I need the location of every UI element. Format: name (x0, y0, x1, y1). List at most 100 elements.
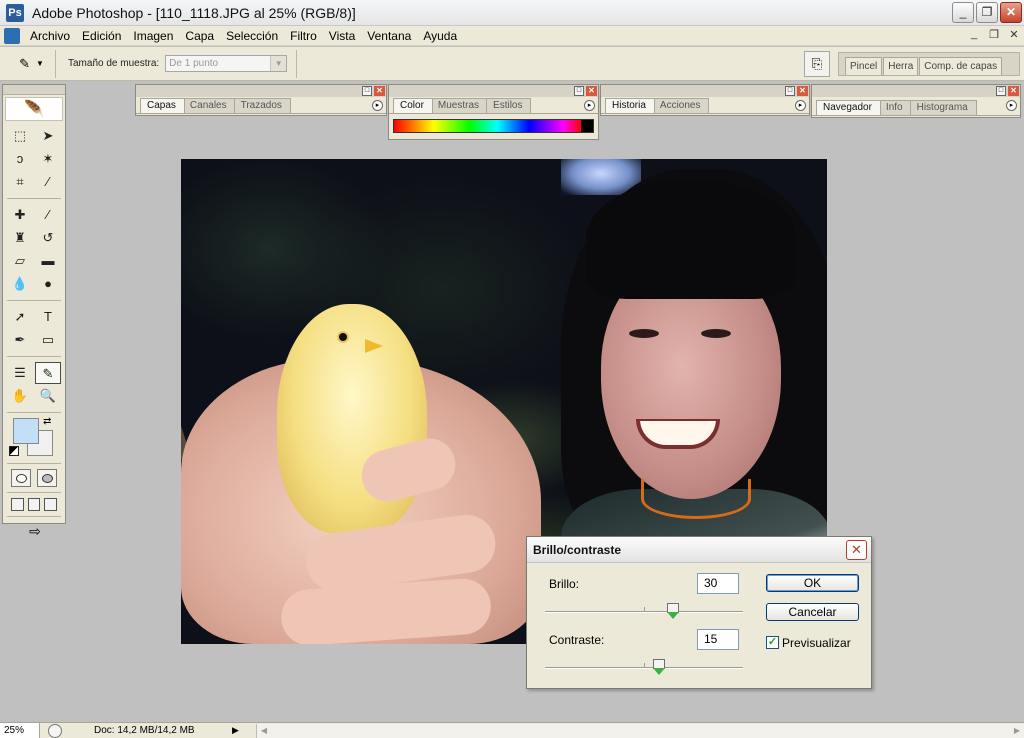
minimize-icon[interactable]: □ (996, 86, 1006, 96)
standard-screen-mode-button[interactable] (11, 498, 24, 511)
sample-size-select[interactable]: De 1 punto ▼ (165, 55, 288, 72)
scroll-right-icon[interactable]: ▶ (1010, 724, 1024, 738)
document-menu-icon[interactable] (4, 27, 20, 44)
tab-capas[interactable]: Capas (140, 98, 185, 113)
marquee-tool-icon[interactable]: ⬚ (7, 125, 33, 147)
move-tool-icon[interactable]: ➤ (35, 125, 61, 147)
pen-tool-icon[interactable]: ✒ (7, 329, 33, 351)
brush-tool-icon[interactable]: ∕ (35, 204, 61, 226)
menu-edicion[interactable]: Edición (76, 26, 127, 46)
tab-histograma[interactable]: Histograma (909, 100, 977, 115)
menu-seleccion[interactable]: Selección (220, 26, 284, 46)
minimize-icon[interactable]: □ (574, 86, 584, 96)
contrast-slider-thumb[interactable] (653, 659, 665, 675)
history-brush-tool-icon[interactable]: ↺ (35, 227, 61, 249)
tool-preset-picker[interactable]: ✎ ▼ (8, 49, 56, 78)
palette-menu-icon[interactable]: ▸ (1006, 100, 1017, 111)
foreground-color-swatch[interactable] (13, 418, 39, 444)
contrast-input[interactable]: 15 (697, 629, 739, 650)
path-selection-tool-icon[interactable]: ➚ (7, 306, 33, 328)
zoom-tool-icon[interactable]: 🔍 (35, 385, 61, 407)
gradient-tool-icon[interactable]: ▬ (35, 250, 61, 272)
horizontal-scrollbar[interactable]: ◀ ▶ (256, 724, 1024, 738)
doc-close-icon[interactable]: ✕ (1007, 28, 1021, 41)
minimize-icon[interactable]: □ (785, 86, 795, 96)
swap-colors-icon[interactable]: ⇄ (43, 416, 51, 427)
palette-header[interactable]: □ ✕ (136, 85, 386, 97)
palette-header[interactable]: □ ✕ (601, 85, 809, 97)
status-info-icon[interactable] (48, 723, 62, 738)
tab-estilos[interactable]: Estilos (486, 98, 532, 113)
slice-tool-icon[interactable]: ⁄ (35, 171, 61, 193)
menu-ventana[interactable]: Ventana (361, 26, 417, 46)
dialog-close-button[interactable]: ✕ (846, 540, 867, 560)
brightness-slider-track[interactable] (545, 611, 743, 613)
palette-menu-icon[interactable]: ▸ (584, 100, 595, 111)
brightness-input[interactable]: 30 (697, 573, 739, 594)
dialog-title-bar[interactable]: Brillo/contraste ✕ (527, 537, 871, 563)
palette-header[interactable]: □ ✕ (389, 85, 598, 97)
cancel-button[interactable]: Cancelar (766, 603, 859, 621)
file-browser-button[interactable]: ⎘ (804, 51, 830, 77)
tab-color[interactable]: Color (393, 98, 433, 113)
magic-wand-tool-icon[interactable]: ✶ (35, 148, 61, 170)
adobe-online-icon[interactable]: 🪶 (5, 97, 63, 121)
menu-imagen[interactable]: Imagen (127, 26, 179, 46)
menu-vista[interactable]: Vista (323, 26, 361, 46)
tab-acciones[interactable]: Acciones (652, 98, 710, 113)
well-tab-layer-comps[interactable]: Comp. de capas (919, 57, 1003, 75)
hand-tool-icon[interactable]: ✋ (7, 385, 33, 407)
palette-menu-icon[interactable]: ▸ (795, 100, 806, 111)
restore-button[interactable]: ❐ (976, 2, 998, 23)
full-screen-menu-mode-button[interactable] (27, 498, 41, 511)
well-tab-tool-presets[interactable]: Herra (883, 57, 919, 75)
doc-restore-icon[interactable]: ❐ (987, 28, 1001, 41)
clone-stamp-tool-icon[interactable]: ♜ (7, 227, 33, 249)
dodge-tool-icon[interactable]: ● (35, 273, 61, 295)
toolbox-header[interactable] (3, 85, 65, 95)
close-button[interactable]: ✕ (1000, 2, 1022, 23)
status-menu-arrow-icon[interactable]: ▶ (232, 725, 239, 736)
healing-brush-tool-icon[interactable]: ✚ (7, 204, 33, 226)
scroll-left-icon[interactable]: ◀ (257, 724, 271, 738)
well-tab-brushes[interactable]: Pincel (845, 57, 883, 75)
tab-info[interactable]: Info (878, 100, 912, 115)
jump-to-imageready-icon[interactable]: ⇨ (11, 521, 59, 541)
menu-filtro[interactable]: Filtro (284, 26, 323, 46)
close-icon[interactable]: ✕ (797, 86, 808, 96)
full-screen-mode-button[interactable] (44, 498, 58, 511)
doc-minimize-icon[interactable]: _ (967, 28, 981, 41)
ok-button[interactable]: OK (766, 574, 859, 592)
crop-tool-icon[interactable]: ⌗ (7, 171, 33, 193)
eraser-tool-icon[interactable]: ▱ (7, 250, 33, 272)
shape-tool-icon[interactable]: ▭ (35, 329, 61, 351)
zoom-level-field[interactable]: 25% (0, 723, 40, 738)
brightness-slider-thumb[interactable] (667, 603, 679, 619)
contrast-slider-track[interactable] (545, 667, 743, 669)
tab-navegador[interactable]: Navegador (816, 100, 881, 115)
blur-tool-icon[interactable]: 💧 (7, 273, 33, 295)
tab-muestras[interactable]: Muestras (430, 98, 489, 113)
menu-capa[interactable]: Capa (179, 26, 220, 46)
eyedropper-tool-icon[interactable]: ✎ (35, 362, 61, 384)
standard-mode-button[interactable] (11, 469, 31, 487)
color-ramp[interactable] (393, 119, 594, 133)
minimize-icon[interactable]: □ (362, 86, 372, 96)
notes-tool-icon[interactable]: ☰ (7, 362, 33, 384)
tab-canales[interactable]: Canales (182, 98, 236, 113)
close-icon[interactable]: ✕ (374, 86, 385, 96)
type-tool-icon[interactable]: T (35, 306, 61, 328)
default-colors-icon[interactable] (9, 446, 19, 456)
palette-menu-icon[interactable]: ▸ (372, 100, 383, 111)
minimize-button[interactable]: _ (952, 2, 974, 23)
palette-header[interactable]: □ ✕ (812, 85, 1020, 97)
lasso-tool-icon[interactable]: ↄ (7, 148, 33, 170)
close-icon[interactable]: ✕ (1008, 86, 1019, 96)
quick-mask-mode-button[interactable] (37, 469, 57, 487)
menu-archivo[interactable]: Archivo (24, 26, 76, 46)
photoshop-app-icon[interactable]: Ps (6, 3, 24, 22)
tab-trazados[interactable]: Trazados (233, 98, 291, 113)
menu-ayuda[interactable]: Ayuda (417, 26, 463, 46)
tab-historia[interactable]: Historia (605, 98, 655, 113)
preview-checkbox[interactable]: ✓ (766, 636, 779, 649)
